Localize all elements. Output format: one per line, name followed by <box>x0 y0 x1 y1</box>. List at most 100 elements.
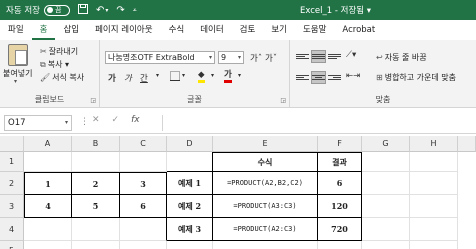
cell-d1[interactable] <box>167 152 213 172</box>
undo-dropdown-icon[interactable]: ▾ <box>105 7 108 14</box>
borders-dropdown-icon[interactable]: ▾ <box>182 72 185 79</box>
format-painter-button[interactable]: 🖌 서식 복사 <box>40 72 84 83</box>
cell-e2[interactable]: =PRODUCT(A2,B2,C2) <box>213 172 318 195</box>
merge-center-button[interactable]: ⊞ 병합하고 가운데 맞춤 <box>376 72 456 83</box>
document-title[interactable]: Excel_1 - 저장됨 ▾ <box>300 4 371 16</box>
cut-button[interactable]: ✂ 잘라내기 <box>40 46 78 57</box>
tab-view[interactable]: 보기 <box>263 20 295 40</box>
cell-b4[interactable] <box>72 218 120 241</box>
cell-h4[interactable] <box>410 218 458 241</box>
fill-color-button[interactable]: ◆ <box>198 70 205 83</box>
cell-h3[interactable] <box>410 195 458 218</box>
align-right-button[interactable] <box>328 72 341 83</box>
cancel-icon[interactable]: ✕ <box>92 115 100 125</box>
cell-f5[interactable] <box>318 241 362 249</box>
row-header-5[interactable]: 5 <box>0 241 24 249</box>
align-bottom-button[interactable] <box>328 51 341 62</box>
undo-icon[interactable]: ↶ <box>96 5 104 16</box>
cell-g4[interactable] <box>362 218 410 241</box>
cell-b1[interactable] <box>72 152 120 172</box>
row-header-1[interactable]: 1 <box>0 152 24 172</box>
paste-dropdown-icon[interactable]: ▾ <box>14 78 17 85</box>
font-launcher-icon[interactable]: ◲ <box>280 97 286 104</box>
cell-a3[interactable]: 4 <box>24 195 72 218</box>
cell-d3[interactable]: 예제 2 <box>167 195 213 218</box>
grow-font-button[interactable]: 가ˆ <box>250 52 262 64</box>
fill-color-dropdown-icon[interactable]: ▾ <box>211 72 214 79</box>
column-header-f[interactable]: F <box>318 136 362 152</box>
row-header-2[interactable]: 2 <box>0 172 24 195</box>
cell-f1[interactable]: 결과 <box>318 152 362 172</box>
cell-g2[interactable] <box>362 172 410 195</box>
align-left-button[interactable] <box>296 72 309 83</box>
cell-h5[interactable] <box>410 241 458 249</box>
column-header-b[interactable]: B <box>72 136 120 152</box>
cell-c4[interactable] <box>120 218 167 241</box>
align-top-button[interactable] <box>296 51 309 62</box>
orientation-button[interactable]: ⟋▾ <box>346 50 356 60</box>
cell-a1[interactable] <box>24 152 72 172</box>
cell-b5[interactable] <box>72 241 120 249</box>
autosave-toggle[interactable]: 끔 <box>43 4 70 16</box>
copy-button[interactable]: ⧉ 복사 ▾ <box>40 59 69 70</box>
insert-function-icon[interactable]: fx <box>131 115 140 125</box>
cell-b3[interactable]: 5 <box>72 195 120 218</box>
save-icon[interactable] <box>77 3 88 17</box>
cell-f4[interactable]: 720 <box>318 218 362 241</box>
cell-h1[interactable] <box>410 152 458 172</box>
cell-e4[interactable]: =PRODUCT(A2:C3) <box>213 218 318 241</box>
align-middle-button[interactable] <box>311 50 326 63</box>
row-header-3[interactable]: 3 <box>0 195 24 218</box>
cell-d4[interactable]: 예제 3 <box>167 218 213 241</box>
cell-f2[interactable]: 6 <box>318 172 362 195</box>
column-header-a[interactable]: A <box>24 136 72 152</box>
clipboard-launcher-icon[interactable]: ◲ <box>90 97 96 104</box>
tab-insert[interactable]: 삽입 <box>55 20 87 40</box>
cell-e1[interactable]: 수식 <box>213 152 318 172</box>
font-color-dropdown-icon[interactable]: ▾ <box>238 72 241 79</box>
cell-c3[interactable]: 6 <box>120 195 167 218</box>
font-color-button[interactable]: 가 <box>224 70 232 83</box>
cell-c5[interactable] <box>120 241 167 249</box>
column-header-e[interactable]: E <box>213 136 318 152</box>
column-header-h[interactable]: H <box>410 136 458 152</box>
cell-f3[interactable]: 120 <box>318 195 362 218</box>
formula-input[interactable] <box>162 115 474 131</box>
align-center-button[interactable] <box>311 71 326 84</box>
select-all-corner[interactable] <box>0 136 24 152</box>
tab-formulas[interactable]: 수식 <box>161 20 193 40</box>
tab-page-layout[interactable]: 페이지 레이아웃 <box>87 20 160 40</box>
paste-button[interactable]: 붙여넣기 ▾ <box>2 40 34 88</box>
cell-a4[interactable] <box>24 218 72 241</box>
shrink-font-button[interactable]: 가ˇ <box>265 52 277 64</box>
tab-home[interactable]: 홈 <box>31 20 56 40</box>
bold-button[interactable]: 가 <box>108 72 116 84</box>
spreadsheet-grid[interactable]: A B C D E F G H 1 2 3 4 5 수식 결과 1 2 3 예제… <box>0 136 476 249</box>
italic-button[interactable]: 가 <box>124 72 132 84</box>
enter-icon[interactable]: ✓ <box>112 115 120 125</box>
name-box[interactable]: O17 ▾ <box>4 115 72 131</box>
cell-g3[interactable] <box>362 195 410 218</box>
font-size-combo[interactable]: 9 ▾ <box>218 51 244 64</box>
redo-icon[interactable]: ↷ <box>116 5 124 16</box>
underline-button[interactable]: 간 <box>140 72 148 84</box>
cell-c1[interactable] <box>120 152 167 172</box>
row-header-4[interactable]: 4 <box>0 218 24 241</box>
column-header-d[interactable]: D <box>167 136 213 152</box>
cell-g1[interactable] <box>362 152 410 172</box>
autosave-control[interactable]: 자동 저장 끔 <box>6 4 70 16</box>
customize-toolbar-icon[interactable]: ⩡ <box>133 6 137 15</box>
cell-a2[interactable]: 1 <box>24 172 72 195</box>
cell-g5[interactable] <box>362 241 410 249</box>
column-header-g[interactable]: G <box>362 136 410 152</box>
cell-d2[interactable]: 예제 1 <box>167 172 213 195</box>
tab-file[interactable]: 파일 <box>0 20 32 40</box>
cell-a5[interactable] <box>24 241 72 249</box>
borders-button[interactable] <box>170 71 180 84</box>
column-header-c[interactable]: C <box>120 136 167 152</box>
cell-e5[interactable] <box>213 241 318 249</box>
cell-h2[interactable] <box>410 172 458 195</box>
cell-b2[interactable]: 2 <box>72 172 120 195</box>
font-name-combo[interactable]: 나눔명조OTF ExtraBold ▾ <box>105 51 215 64</box>
cell-c2[interactable]: 3 <box>120 172 167 195</box>
